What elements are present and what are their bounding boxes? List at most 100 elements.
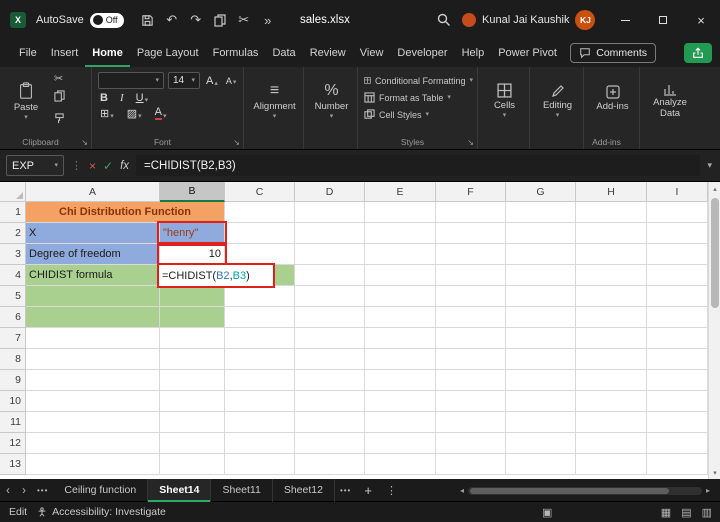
sheet-tab-sheet12[interactable]: Sheet12 (273, 479, 335, 502)
new-sheet-icon[interactable]: + (356, 483, 380, 498)
cell-E1[interactable] (365, 202, 436, 223)
cell-I9[interactable] (647, 370, 708, 391)
font-dialog-launcher-icon[interactable]: ↘ (233, 138, 240, 147)
row-header-8[interactable]: 8 (0, 349, 26, 370)
cell-F12[interactable] (436, 433, 506, 454)
cell-D4[interactable] (295, 265, 365, 286)
cell-C3[interactable] (225, 244, 295, 265)
cell-C11[interactable] (225, 412, 295, 433)
cell-F6[interactable] (436, 307, 506, 328)
cell-F2[interactable] (436, 223, 506, 244)
cell-I3[interactable] (647, 244, 708, 265)
cell-D8[interactable] (295, 349, 365, 370)
cell-D9[interactable] (295, 370, 365, 391)
cell-G11[interactable] (506, 412, 576, 433)
next-sheet-icon[interactable]: › (16, 483, 32, 497)
cut-icon[interactable]: ✂ (232, 8, 256, 32)
cell-C7[interactable] (225, 328, 295, 349)
cell-B10[interactable] (160, 391, 225, 412)
cell-E8[interactable] (365, 349, 436, 370)
cell-G1[interactable] (506, 202, 576, 223)
cell-D3[interactable] (295, 244, 365, 265)
cell-B8[interactable] (160, 349, 225, 370)
cell-B5[interactable] (160, 286, 225, 307)
cell-E7[interactable] (365, 328, 436, 349)
cell-F7[interactable] (436, 328, 506, 349)
cell-D5[interactable] (295, 286, 365, 307)
cell-I6[interactable] (647, 307, 708, 328)
cell-D1[interactable] (295, 202, 365, 223)
redo-icon[interactable]: ↷ (184, 8, 208, 32)
cell-H11[interactable] (576, 412, 647, 433)
cell-H7[interactable] (576, 328, 647, 349)
cells-button[interactable]: Cells ▾ (484, 72, 525, 130)
cell-I12[interactable] (647, 433, 708, 454)
cell-H2[interactable] (576, 223, 647, 244)
cell-H3[interactable] (576, 244, 647, 265)
cell-E11[interactable] (365, 412, 436, 433)
cell-A11[interactable] (26, 412, 160, 433)
display-settings-icon[interactable]: ▣ (542, 506, 552, 519)
excel-app-icon[interactable]: X (10, 12, 26, 28)
cell-D11[interactable] (295, 412, 365, 433)
paste-button[interactable]: Paste ▾ (6, 72, 46, 130)
scroll-up-icon[interactable]: ▴ (709, 182, 720, 195)
autosave-toggle[interactable]: Off (90, 13, 124, 28)
cell-B12[interactable] (160, 433, 225, 454)
column-header-E[interactable]: E (365, 182, 436, 202)
autosave-control[interactable]: AutoSave Off (36, 13, 124, 28)
undo-icon[interactable]: ↶ (160, 8, 184, 32)
sheet-options-icon[interactable]: ⋮ (380, 484, 403, 497)
cell-C12[interactable] (225, 433, 295, 454)
cell-D6[interactable] (295, 307, 365, 328)
row-header-9[interactable]: 9 (0, 370, 26, 391)
vertical-scrollbar-thumb[interactable] (711, 198, 719, 308)
row-header-1[interactable]: 1 (0, 202, 26, 223)
underline-button[interactable]: U▾ (134, 92, 150, 104)
prev-sheet-icon[interactable]: ‹ (0, 483, 16, 497)
cell-E6[interactable] (365, 307, 436, 328)
cell-E10[interactable] (365, 391, 436, 412)
cell-C2[interactable] (225, 223, 295, 244)
sheet-tab-ceiling-function[interactable]: Ceiling function (53, 479, 148, 502)
bold-button[interactable]: B (98, 92, 110, 104)
cell-G3[interactable] (506, 244, 576, 265)
cell-H6[interactable] (576, 307, 647, 328)
tab-page-layout[interactable]: Page Layout (130, 40, 206, 67)
cell-H12[interactable] (576, 433, 647, 454)
horizontal-scrollbar-track[interactable] (468, 487, 702, 495)
cell-B7[interactable] (160, 328, 225, 349)
more-sheets-icon[interactable]: ••• (335, 486, 356, 495)
tab-view[interactable]: View (353, 40, 391, 67)
row-header-12[interactable]: 12 (0, 433, 26, 454)
cell-H10[interactable] (576, 391, 647, 412)
editing-button[interactable]: Editing ▾ (536, 72, 579, 130)
row-header-3[interactable]: 3 (0, 244, 26, 265)
cell-A10[interactable] (26, 391, 160, 412)
cell-F1[interactable] (436, 202, 506, 223)
conditional-formatting-button[interactable]: Conditional Formatting ▾ (364, 72, 473, 89)
cell-H4[interactable] (576, 265, 647, 286)
sheet-tab-sheet14[interactable]: Sheet14 (148, 479, 211, 502)
select-all-corner[interactable] (0, 182, 26, 202)
insert-function-icon[interactable]: fx (120, 160, 129, 172)
cell-H13[interactable] (576, 454, 647, 475)
column-header-B[interactable]: B (160, 182, 225, 202)
cell-A9[interactable] (26, 370, 160, 391)
horizontal-scrollbar-thumb[interactable] (470, 488, 669, 494)
scroll-left-icon[interactable]: ◂ (460, 486, 464, 495)
font-size-combo[interactable]: 14▾ (168, 72, 200, 89)
cell-B13[interactable] (160, 454, 225, 475)
cell-A7[interactable] (26, 328, 160, 349)
fill-color-button[interactable]: ▨▾ (125, 107, 144, 120)
cell-E12[interactable] (365, 433, 436, 454)
minimize-button[interactable] (606, 0, 644, 40)
cell-F8[interactable] (436, 349, 506, 370)
cell-I2[interactable] (647, 223, 708, 244)
cell-D10[interactable] (295, 391, 365, 412)
column-header-A[interactable]: A (26, 182, 160, 202)
clipboard-dialog-launcher-icon[interactable]: ↘ (81, 138, 88, 147)
copy-icon[interactable] (54, 89, 65, 107)
italic-button[interactable]: I (118, 92, 126, 104)
cell-C10[interactable] (225, 391, 295, 412)
